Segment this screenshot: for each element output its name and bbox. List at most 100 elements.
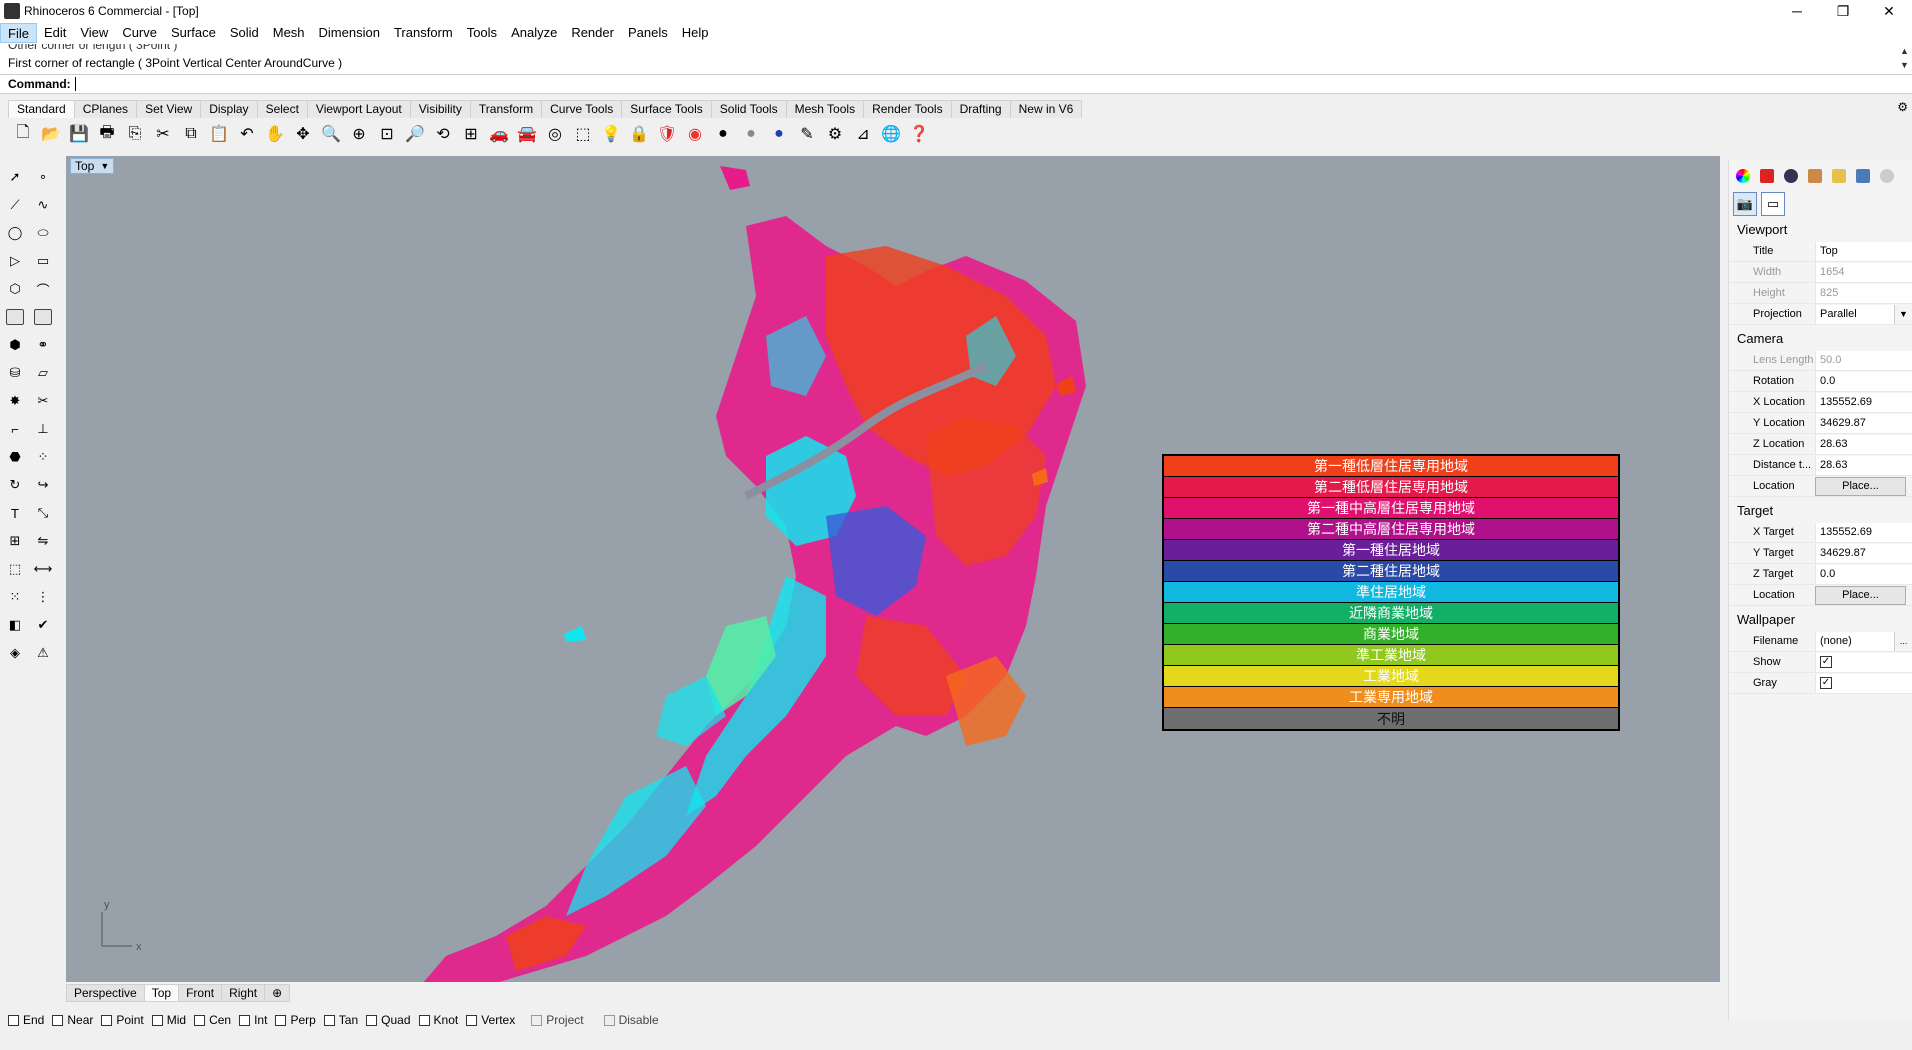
- target-place-button[interactable]: Place...: [1815, 585, 1906, 605]
- color-wheel-icon[interactable]: ◉: [682, 121, 708, 147]
- zoom-selected-icon[interactable]: 🔎: [402, 121, 428, 147]
- filename-field[interactable]: (none): [1815, 631, 1894, 651]
- analyze-icon[interactable]: ◧: [2, 612, 28, 638]
- warning-icon[interactable]: ⚠: [30, 640, 56, 666]
- rotation-field[interactable]: 0.0: [1815, 371, 1912, 391]
- tab-transform[interactable]: Transform: [469, 100, 543, 118]
- extend-icon[interactable]: ⊥: [30, 416, 56, 442]
- tab-viewport-layout[interactable]: Viewport Layout: [306, 100, 411, 118]
- circle-icon[interactable]: ◯: [2, 220, 28, 246]
- rectangle-icon[interactable]: ▭: [30, 248, 56, 274]
- snap-point-icon[interactable]: ◎: [542, 121, 568, 147]
- lock-icon[interactable]: 🔒: [626, 121, 652, 147]
- tab-cplanes[interactable]: CPlanes: [73, 100, 138, 118]
- group-icon[interactable]: ⊞: [2, 528, 28, 554]
- box-icon[interactable]: ⬢: [2, 332, 28, 358]
- car-outline-icon[interactable]: 🚘: [514, 121, 540, 147]
- viewport-frame-icon[interactable]: ▭: [1761, 192, 1785, 216]
- osnap-checkbox[interactable]: [603, 1014, 615, 1026]
- array-icon[interactable]: ⁙: [2, 584, 28, 610]
- save-icon[interactable]: 💾: [66, 121, 92, 147]
- export-icon[interactable]: ⎘: [122, 121, 148, 147]
- tab-new-in-v6[interactable]: New in V6: [1009, 100, 1083, 118]
- ellipse-icon[interactable]: ⬭: [30, 220, 56, 246]
- arc-icon[interactable]: ⌒: [30, 276, 56, 302]
- camera-place-button[interactable]: Place...: [1815, 476, 1906, 496]
- render-icon[interactable]: ◈: [2, 640, 28, 666]
- rendered-sphere-icon[interactable]: ●: [738, 121, 764, 147]
- revolve-icon[interactable]: [30, 304, 56, 330]
- osnap-vertex[interactable]: Vertex: [466, 1013, 515, 1027]
- trim-icon[interactable]: ✂: [30, 388, 56, 414]
- fillet-icon[interactable]: ⌐: [2, 416, 28, 442]
- tab-visibility[interactable]: Visibility: [409, 100, 471, 118]
- cylinder-icon[interactable]: ⛁: [2, 360, 28, 386]
- scale-icon[interactable]: ⤡: [30, 500, 56, 526]
- osnap-checkbox[interactable]: [323, 1014, 335, 1026]
- mirror-icon[interactable]: ⇋: [30, 528, 56, 554]
- tab-standard[interactable]: Standard: [8, 100, 75, 118]
- osnap-checkbox[interactable]: [275, 1014, 287, 1026]
- tab-perspective[interactable]: Perspective: [66, 984, 145, 1002]
- y-location-field[interactable]: 34629.87: [1815, 413, 1912, 433]
- menu-edit[interactable]: Edit: [37, 23, 73, 43]
- tab-render-tools[interactable]: Render Tools: [863, 100, 952, 118]
- x-target-field[interactable]: 135552.69: [1815, 522, 1912, 542]
- zoom-extents-icon[interactable]: ⊡: [374, 121, 400, 147]
- osnap-project[interactable]: Project: [531, 1013, 584, 1027]
- tab-right[interactable]: Right: [221, 984, 266, 1002]
- color-wheel-icon[interactable]: [1733, 166, 1753, 186]
- new-file-icon[interactable]: 🗋: [10, 121, 36, 147]
- osnap-checkbox[interactable]: [8, 1014, 19, 1026]
- osnap-checkbox[interactable]: [194, 1014, 206, 1026]
- options-gear-icon[interactable]: ⚙: [822, 121, 848, 147]
- layer-icon[interactable]: 🛡: [654, 121, 680, 147]
- car-icon[interactable]: 🚗: [486, 121, 512, 147]
- pencil-icon[interactable]: ✎: [794, 121, 820, 147]
- add-viewport-icon[interactable]: ⊕: [264, 984, 291, 1002]
- rotate-icon[interactable]: ↻: [2, 472, 28, 498]
- menu-analyze[interactable]: Analyze: [504, 23, 564, 43]
- boolean-icon[interactable]: ⚭: [30, 332, 56, 358]
- move-view-icon[interactable]: ✥: [290, 121, 316, 147]
- dimension-icon[interactable]: ⊿: [850, 121, 876, 147]
- select-arrow-icon[interactable]: ➚: [2, 164, 28, 190]
- osnap-checkbox[interactable]: [239, 1014, 251, 1026]
- check-icon[interactable]: ✔: [30, 612, 56, 638]
- explode-icon[interactable]: ✸: [2, 388, 28, 414]
- osnap-point[interactable]: Point: [101, 1013, 144, 1027]
- osnap-disable[interactable]: Disable: [603, 1013, 659, 1027]
- tab-solid-tools[interactable]: Solid Tools: [710, 100, 787, 118]
- tab-drafting[interactable]: Drafting: [950, 100, 1011, 118]
- menu-render[interactable]: Render: [564, 23, 621, 43]
- projection-select[interactable]: Parallel: [1815, 304, 1894, 324]
- triangle-icon[interactable]: ▷: [2, 248, 28, 274]
- gray-checkbox[interactable]: ✓: [1820, 677, 1832, 689]
- osnap-mid[interactable]: Mid: [151, 1013, 186, 1027]
- osnap-near[interactable]: Near: [52, 1013, 93, 1027]
- x-location-field[interactable]: 135552.69: [1815, 392, 1912, 412]
- help-panel-icon[interactable]: [1877, 166, 1897, 186]
- shaded-sphere-icon[interactable]: ●: [710, 121, 736, 147]
- osnap-cen[interactable]: Cen: [194, 1013, 231, 1027]
- tab-surface-tools[interactable]: Surface Tools: [621, 100, 712, 118]
- help-icon[interactable]: ❓: [906, 121, 932, 147]
- text-icon[interactable]: T: [2, 500, 28, 526]
- osnap-perp[interactable]: Perp: [275, 1013, 316, 1027]
- globe-icon[interactable]: 🌐: [878, 121, 904, 147]
- light-bulb-icon[interactable]: 💡: [598, 121, 624, 147]
- tab-mesh-tools[interactable]: Mesh Tools: [785, 100, 865, 118]
- osnap-checkbox[interactable]: [151, 1014, 163, 1026]
- tab-front[interactable]: Front: [178, 984, 223, 1002]
- material-icon[interactable]: [1781, 166, 1801, 186]
- copy-icon[interactable]: ⧉: [178, 121, 204, 147]
- history-scroll-down-icon[interactable]: ▼: [1900, 60, 1909, 70]
- camera-icon[interactable]: 📷: [1733, 192, 1757, 216]
- tab-set-view[interactable]: Set View: [136, 100, 202, 118]
- display-icon[interactable]: [1853, 166, 1873, 186]
- undo-icon[interactable]: ↶: [234, 121, 260, 147]
- distance-field[interactable]: 28.63: [1815, 455, 1912, 475]
- folder-icon[interactable]: [1829, 166, 1849, 186]
- surface-icon[interactable]: [2, 304, 28, 330]
- history-icon[interactable]: ⋮: [30, 584, 56, 610]
